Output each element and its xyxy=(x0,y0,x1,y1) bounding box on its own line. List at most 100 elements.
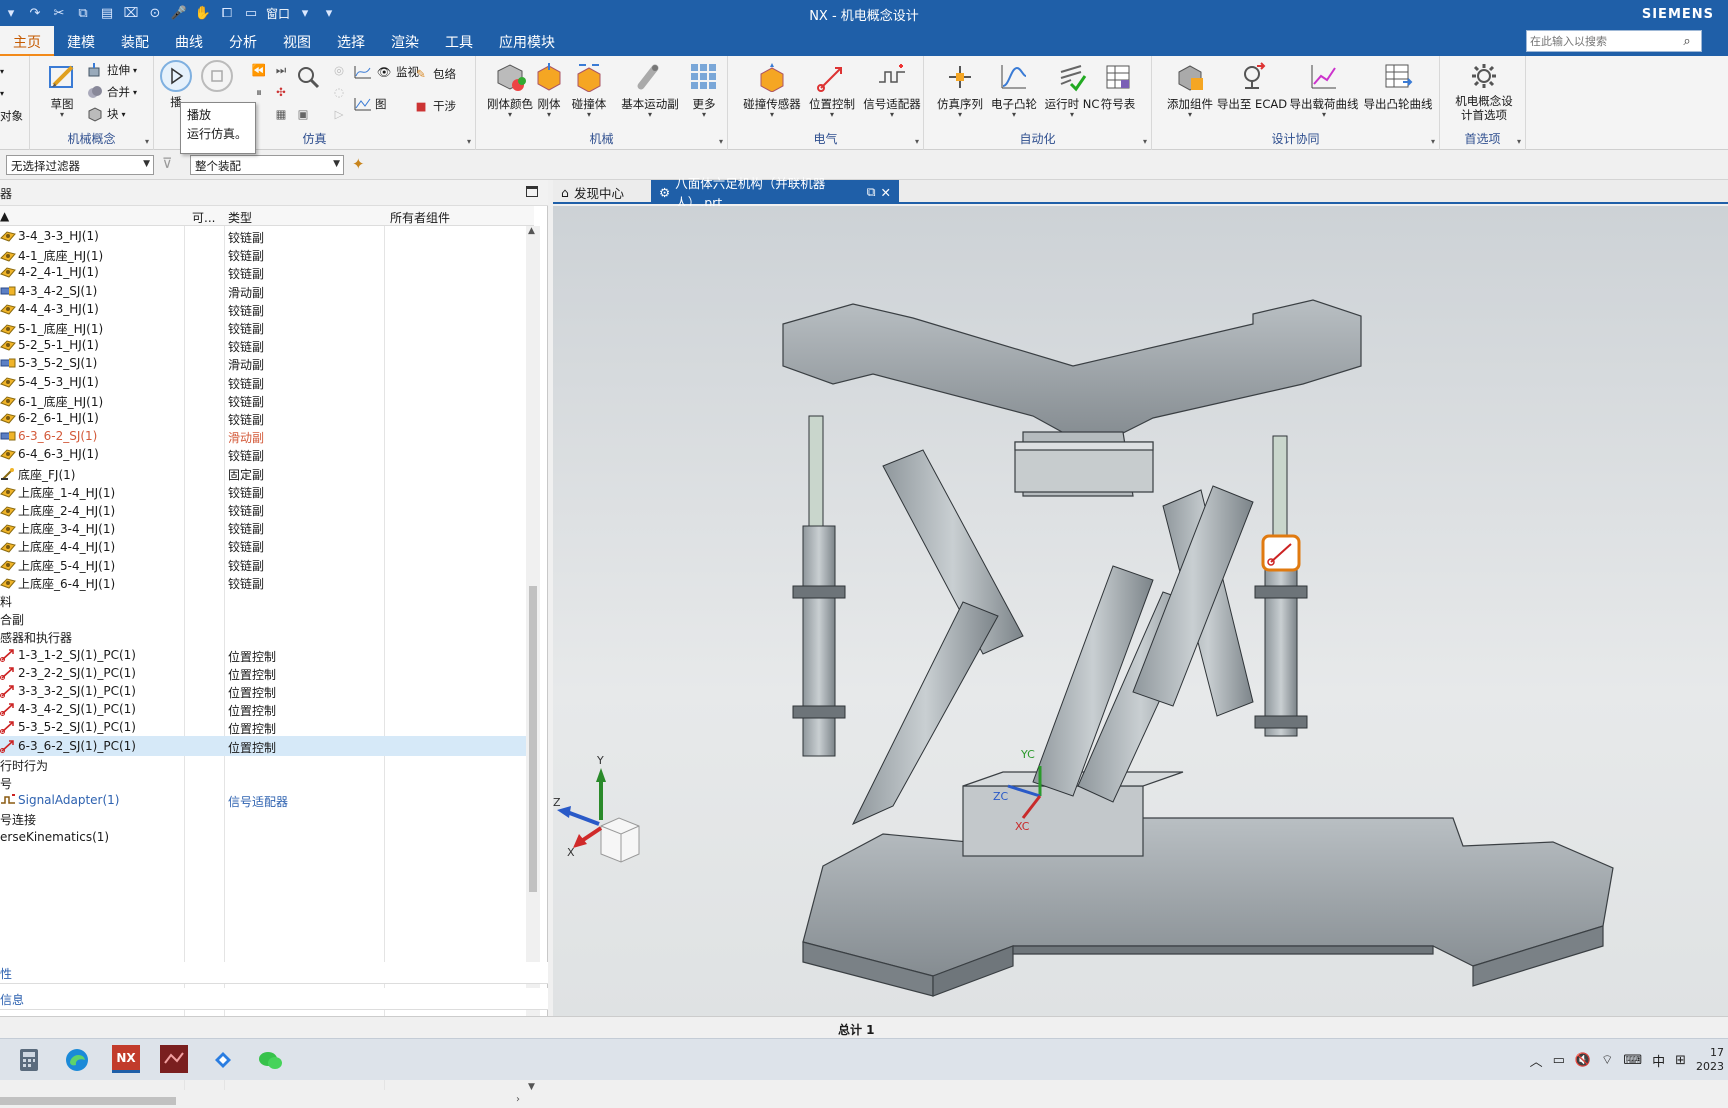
step-back-button[interactable]: ⏪ xyxy=(250,60,268,80)
clock[interactable]: 17 2023 xyxy=(1696,1046,1724,1074)
export-ecad-button[interactable]: 导出至 ECAD xyxy=(1216,58,1288,122)
tree-row[interactable]: 号连接 xyxy=(0,808,526,828)
clipped-object-button[interactable]: 对象 xyxy=(0,106,23,126)
refresh-button[interactable]: ◌ xyxy=(330,82,348,102)
tree-row[interactable]: 3-3_3-2_SJ(1)_PC(1) 位置控制 xyxy=(0,681,526,701)
interference-button[interactable]: ■ 干涉 xyxy=(412,96,456,116)
scroll-up-icon[interactable]: ▲ xyxy=(528,226,535,236)
tab-part-file[interactable]: ⚙ 八面体六足机构（并联机器人）.prt ⧉ ✕ xyxy=(651,176,899,210)
tree-row[interactable]: 3-4_3-3_HJ(1) 铰链副 xyxy=(0,226,526,246)
scroll-down-icon[interactable]: ▼ xyxy=(528,1082,535,1092)
feishu-app-icon[interactable] xyxy=(208,1045,238,1075)
tab-0[interactable]: 主页 xyxy=(0,26,54,56)
clipped-dropdown-2[interactable]: ▾ xyxy=(0,83,4,103)
tree-row[interactable]: 4-3_4-2_SJ(1)_PC(1) 位置控制 xyxy=(0,699,526,719)
selection-filter-select[interactable]: 无选择过滤器 ▼ xyxy=(6,155,154,175)
extrude-button[interactable]: 拉伸 ▾ xyxy=(86,60,137,80)
monitor-button[interactable]: 👁 监视 xyxy=(354,62,419,82)
position-control-button[interactable]: 位置控制 ▾ xyxy=(802,58,862,122)
tree-row[interactable]: 6-3_6-2_SJ(1)_PC(1) 位置控制 xyxy=(0,735,526,756)
tree-row[interactable]: 合副 xyxy=(0,608,526,628)
navigator-horizontal-scrollbar[interactable]: › xyxy=(0,1094,526,1108)
envelope-button[interactable]: ✎ 包络 xyxy=(412,64,456,84)
tree-row[interactable]: 5-2_5-1_HJ(1) 铰链副 xyxy=(0,335,526,355)
command-search-input[interactable] xyxy=(1527,31,1677,51)
more-button[interactable]: 更多 ▾ xyxy=(682,58,726,122)
info-panel-header[interactable]: 信息 xyxy=(0,988,548,1010)
assembly-scope-select[interactable]: 整个装配 ▼ xyxy=(190,155,344,175)
export-load-curve-button[interactable]: 导出载荷曲线 ▾ xyxy=(1288,58,1360,122)
tray-overflow-icon[interactable]: ︿ xyxy=(1530,1051,1543,1070)
export-cam-curve-button[interactable]: 导出凸轮曲线 xyxy=(1362,58,1434,122)
add-component-button[interactable]: 添加组件 ▾ xyxy=(1160,58,1220,122)
unite-button[interactable]: 合并 ▾ xyxy=(86,82,137,102)
tab-4[interactable]: 分析 xyxy=(216,26,270,56)
collision-sensor-button[interactable]: 碰撞传感器 ▾ xyxy=(742,58,802,122)
tree-row[interactable]: 感器和执行器 xyxy=(0,626,526,646)
media-app-icon[interactable] xyxy=(160,1045,188,1073)
block-button[interactable]: 块 ▾ xyxy=(86,104,126,124)
tree-row[interactable]: 行时行为 xyxy=(0,754,526,774)
tree-row[interactable]: 底座_FJ(1) 固定副 xyxy=(0,463,526,483)
scroll-thumb[interactable] xyxy=(0,1097,176,1105)
tab-3[interactable]: 曲线 xyxy=(162,26,216,56)
tree-row[interactable]: 2-3_2-2_SJ(1)_PC(1) 位置控制 xyxy=(0,663,526,683)
tree-row[interactable]: 上底座_5-4_HJ(1) 铰链副 xyxy=(0,554,526,574)
input-method-icon[interactable]: ⊞ xyxy=(1675,1053,1686,1068)
filter-icon[interactable]: ⊽ xyxy=(162,156,172,172)
tree-row[interactable]: 6-4_6-3_HJ(1) 铰链副 xyxy=(0,444,526,464)
tab-1[interactable]: 建模 xyxy=(54,26,108,56)
tree-row[interactable]: 6-3_6-2_SJ(1) 滑动副 xyxy=(0,426,526,446)
tree-row[interactable]: 5-3_5-2_SJ(1) 滑动副 xyxy=(0,353,526,373)
scroll-right-icon[interactable]: › xyxy=(516,1094,520,1105)
tab-5[interactable]: 视图 xyxy=(270,26,324,56)
ime-indicator[interactable]: 中 xyxy=(1652,1051,1665,1070)
group-expand-icon[interactable]: ▾ xyxy=(467,137,471,146)
wifi-icon[interactable]: ⌔ xyxy=(1601,1052,1613,1068)
tree-row[interactable]: 4-1_底座_HJ(1) 铰链副 xyxy=(0,244,526,264)
scroll-thumb[interactable] xyxy=(529,586,537,892)
group-expand-icon[interactable]: ▾ xyxy=(145,137,149,146)
tree-row[interactable]: 料 xyxy=(0,590,526,610)
calculator-icon[interactable] xyxy=(14,1045,44,1075)
chart-button[interactable]: 图 xyxy=(354,94,387,114)
column-header-name[interactable]: ▲ xyxy=(0,209,9,223)
inspect-button[interactable]: ▦ xyxy=(272,104,290,124)
tree-row[interactable]: 上底座_1-4_HJ(1) 铰链副 xyxy=(0,481,526,501)
snapshot-button[interactable]: ✣ xyxy=(272,82,290,102)
maximize-icon[interactable] xyxy=(526,186,538,197)
tree-row[interactable]: 4-4_4-3_HJ(1) 铰链副 xyxy=(0,299,526,319)
tree-row[interactable]: 上底座_3-4_HJ(1) 铰链副 xyxy=(0,517,526,537)
sketch-button[interactable]: 草图 ▾ xyxy=(32,58,92,122)
graphics-window[interactable]: YC ZC XC Y Z X xyxy=(553,206,1728,1016)
electronic-cam-button[interactable]: 电子凸轮 ▾ xyxy=(984,58,1044,122)
tree-row[interactable]: 上底座_6-4_HJ(1) 铰链副 xyxy=(0,572,526,592)
nx-app-icon[interactable]: NX xyxy=(112,1045,140,1073)
keyboard-icon[interactable]: ⌨ xyxy=(1623,1053,1642,1068)
search-icon[interactable]: ⌕ xyxy=(1677,34,1697,49)
wechat-icon[interactable] xyxy=(256,1045,286,1075)
tab-7[interactable]: 渲染 xyxy=(378,26,432,56)
group-expand-icon[interactable]: ▾ xyxy=(719,137,723,146)
step-forward-button[interactable]: ⏭ xyxy=(272,60,290,80)
network-icon[interactable]: ▭ xyxy=(1553,1053,1565,1068)
record-button[interactable]: ◎ xyxy=(330,60,348,80)
pause-button[interactable]: ⏸ xyxy=(250,82,268,102)
tree-row[interactable]: 号 xyxy=(0,772,526,792)
snap-settings-icon[interactable]: ✦ xyxy=(352,155,365,173)
simulation-sequence-button[interactable]: 仿真序列 ▾ xyxy=(930,58,990,122)
group-expand-icon[interactable]: ▾ xyxy=(1517,137,1521,146)
signal-adapter-button[interactable]: 信号适配器 ▾ xyxy=(862,58,922,122)
edge-browser-icon[interactable] xyxy=(62,1045,92,1075)
close-icon[interactable]: ✕ xyxy=(881,185,891,200)
tree-row[interactable]: SignalAdapter(1) 信号适配器 xyxy=(0,790,526,810)
tree-row[interactable]: 4-2_4-1_HJ(1) 铰链副 xyxy=(0,262,526,282)
object-tracker-button[interactable]: ▣ xyxy=(294,104,312,124)
tree-row[interactable]: 6-2_6-1_HJ(1) 铰链副 xyxy=(0,408,526,428)
group-expand-icon[interactable]: ▾ xyxy=(1143,137,1147,146)
column-header-type[interactable]: 类型 xyxy=(228,209,252,226)
basic-joint-button[interactable]: 基本运动副 ▾ xyxy=(616,58,684,122)
group-expand-icon[interactable]: ▾ xyxy=(1431,137,1435,146)
properties-panel-header[interactable]: 性 xyxy=(0,962,548,984)
group-expand-icon[interactable]: ▾ xyxy=(915,137,919,146)
